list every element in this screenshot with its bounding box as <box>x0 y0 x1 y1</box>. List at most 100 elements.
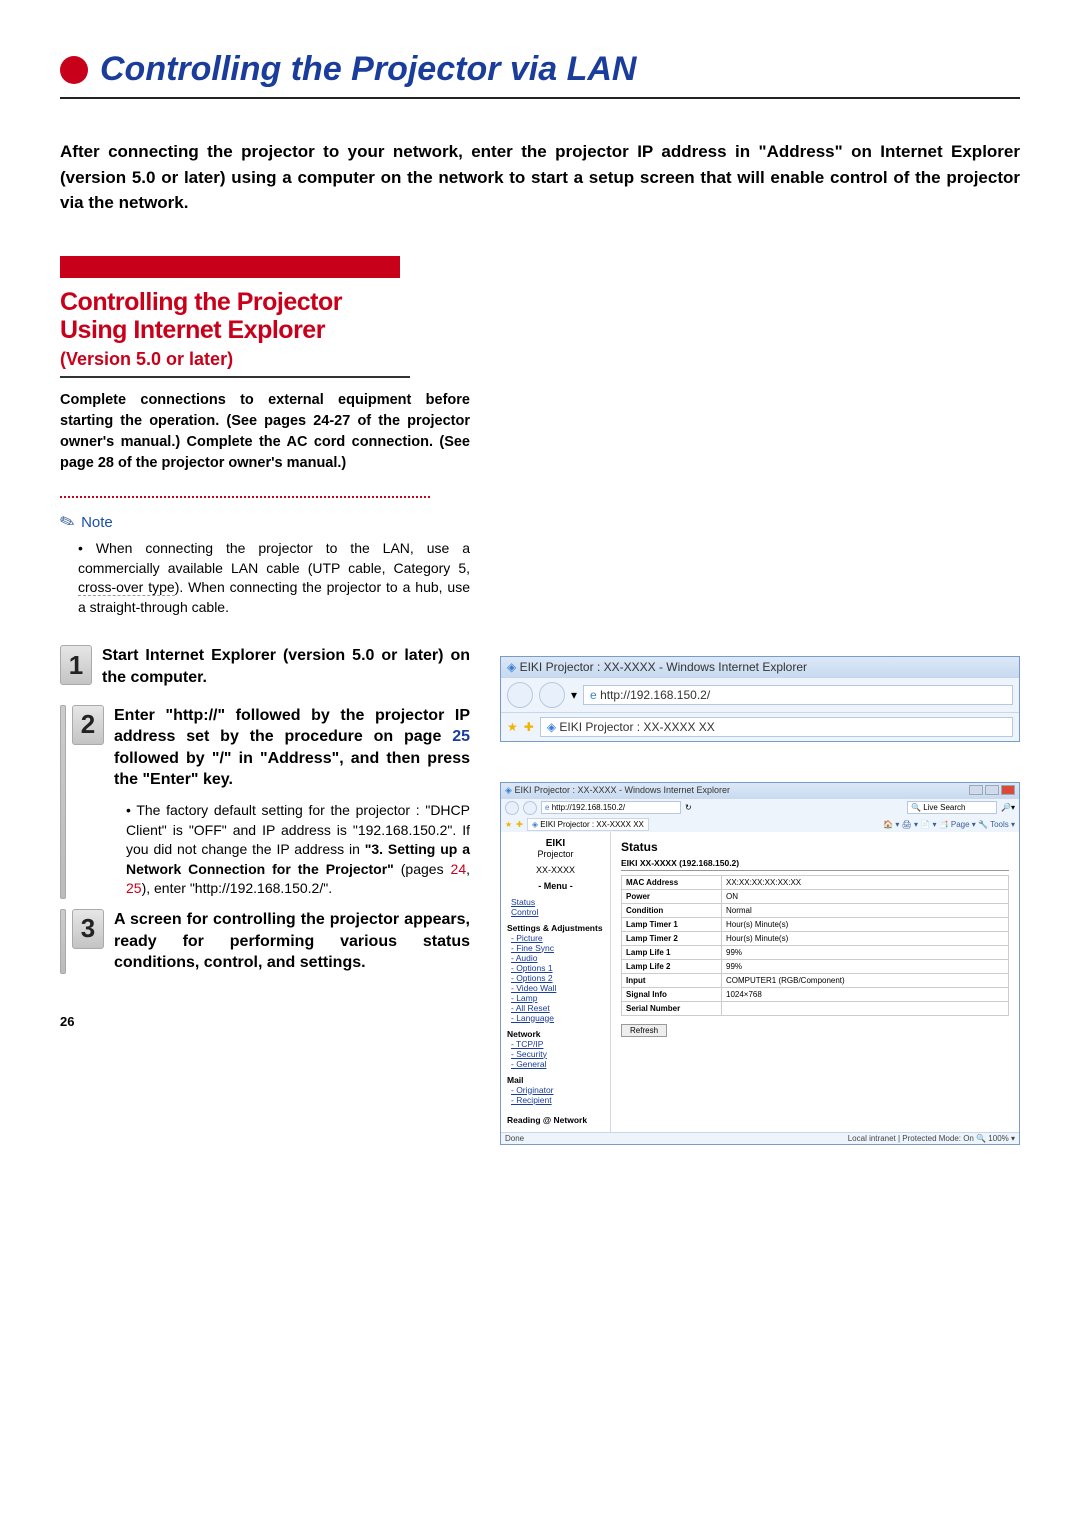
sidebar-status[interactable]: Status <box>507 897 604 907</box>
ie-main: Status EIKI XX-XXXX (192.168.150.2) MAC … <box>611 832 1019 1132</box>
table-row: Lamp Timer 2Hour(s) Minute(s) <box>622 931 1009 945</box>
s2sub-c: ), enter "http://192.168.150.2/". <box>142 880 333 896</box>
sidebar-item-finesync[interactable]: - Fine Sync <box>507 943 604 953</box>
add-favorites-icon[interactable]: ✚ <box>524 720 534 734</box>
tab[interactable]: ◈ EIKI Projector : XX-XXXX XX <box>540 717 1013 737</box>
step2-vbar <box>60 705 66 899</box>
status-subhead: EIKI XX-XXXX (192.168.150.2) <box>621 858 1009 871</box>
sidebar-item-language[interactable]: - Language <box>507 1013 604 1023</box>
sidebar-item-options1[interactable]: - Options 1 <box>507 963 604 973</box>
address-bar[interactable]: e http://192.168.150.2/ <box>583 685 1013 705</box>
section-underline <box>60 376 410 378</box>
bullet-icon <box>60 56 88 84</box>
page-title: Controlling the Projector via LAN <box>100 50 636 89</box>
window-buttons[interactable] <box>967 785 1015 797</box>
toolbar-tools[interactable]: 🏠 ▾ 🖨 ▾ 📄 ▾ 📑 Page ▾ 🔧 Tools ▾ <box>883 820 1015 829</box>
sidebar-item-audio[interactable]: - Audio <box>507 953 604 963</box>
step2-b: followed by "/" in "Address", and then p… <box>114 750 470 789</box>
table-row: MAC AddressXX:XX:XX:XX:XX:XX <box>622 875 1009 889</box>
sidebar-item-tcpip[interactable]: - TCP/IP <box>507 1039 604 1049</box>
url-text: http://192.168.150.2/ <box>600 688 710 702</box>
addfav-icon-2[interactable]: ✚ <box>516 820 523 829</box>
step-1-title: Start Internet Explorer (version 5.0 or … <box>102 645 470 688</box>
step3-vbar <box>60 909 66 974</box>
sidebar-mail: Mail <box>507 1075 604 1085</box>
statusbar-left: Done <box>505 1134 524 1143</box>
page-number: 26 <box>60 1014 470 1029</box>
section-paragraph: Complete connections to external equipme… <box>60 390 470 474</box>
favorites-icon[interactable]: ★ <box>507 720 518 734</box>
dropdown-icon[interactable]: ▾ <box>571 688 577 702</box>
section-version: (Version 5.0 or later) <box>60 349 470 370</box>
step-3-title: A screen for controlling the projector a… <box>114 909 470 974</box>
section-heading-1: Controlling the Projector <box>60 288 470 317</box>
search-box[interactable]: 🔍 Live Search <box>907 801 997 814</box>
step-1-num: 1 <box>60 645 92 685</box>
step2-page: 25 <box>452 728 470 745</box>
intro-text: After connecting the projector to your n… <box>60 139 1020 216</box>
step-2-title: Enter "http://" followed by the projecto… <box>114 705 470 791</box>
ie-full-titletext: ◈ EIKI Projector : XX-XXXX - Windows Int… <box>505 785 730 797</box>
ie-small-title: ◈ EIKI Projector : XX-XXXX - Windows Int… <box>501 657 1019 677</box>
step-2-sub: • The factory default setting for the pr… <box>114 801 470 899</box>
tab-2[interactable]: ◈ EIKI Projector : XX-XXXX XX <box>527 818 649 831</box>
step-2-num: 2 <box>72 705 104 745</box>
dotted-separator <box>60 496 430 498</box>
search-go-icon[interactable]: 🔎▾ <box>1001 803 1015 812</box>
refresh-button[interactable]: Refresh <box>621 1024 667 1037</box>
s2sub-b: (pages <box>394 861 451 877</box>
status-heading: Status <box>621 840 1009 854</box>
s2-pg2: 25 <box>126 880 142 896</box>
note-label: Note <box>81 514 113 531</box>
table-row: InputCOMPUTER1 (RGB/Component) <box>622 973 1009 987</box>
sidebar-item-allreset[interactable]: - All Reset <box>507 1003 604 1013</box>
status-table: MAC AddressXX:XX:XX:XX:XX:XX PowerON Con… <box>621 875 1009 1016</box>
title-underline <box>60 97 1020 99</box>
s2-pg1: 24 <box>451 861 467 877</box>
sidebar-control[interactable]: Control <box>507 907 604 917</box>
address-bar-2[interactable]: e http://192.168.150.2/ <box>541 801 681 814</box>
sidebar-menu: - Menu - <box>507 881 604 891</box>
sidebar-last: Reading @ Network <box>507 1115 604 1125</box>
statusbar-right: Local intranet | Protected Mode: On 🔍 10… <box>848 1134 1015 1143</box>
ie-window-full: ◈ EIKI Projector : XX-XXXX - Windows Int… <box>500 782 1020 1145</box>
ie-window-small: ◈ EIKI Projector : XX-XXXX - Windows Int… <box>500 656 1020 742</box>
sidebar-item-security[interactable]: - Security <box>507 1049 604 1059</box>
table-row: Signal Info1024×768 <box>622 987 1009 1001</box>
forward-button[interactable] <box>539 682 565 708</box>
table-row: PowerON <box>622 889 1009 903</box>
back-button-2[interactable] <box>505 801 519 815</box>
refresh-icon[interactable]: ↻ <box>685 803 692 812</box>
sidebar-item-originator[interactable]: - Originator <box>507 1085 604 1095</box>
tab-title: EIKI Projector : XX-XXXX XX <box>559 720 714 734</box>
forward-button-2[interactable] <box>523 801 537 815</box>
s2-comma: , <box>466 861 470 877</box>
table-row: Serial Number <box>622 1001 1009 1015</box>
sidebar-settings: Settings & Adjustments <box>507 923 604 933</box>
table-row: ConditionNormal <box>622 903 1009 917</box>
note-pre: When connecting the projector to the LAN… <box>78 540 470 576</box>
fav-icon-2[interactable]: ★ <box>505 820 512 829</box>
sidebar-network: Network <box>507 1029 604 1039</box>
ie-sidebar: EIKI Projector XX-XXXX - Menu - Status C… <box>501 832 611 1132</box>
sidebar-item-lamp[interactable]: - Lamp <box>507 993 604 1003</box>
sidebar-item-options2[interactable]: - Options 2 <box>507 973 604 983</box>
back-button[interactable] <box>507 682 533 708</box>
note-body: • When connecting the projector to the L… <box>60 539 470 617</box>
note-dashed: cross-over type <box>78 579 175 596</box>
step-3-num: 3 <box>72 909 104 949</box>
section-heading-2: Using Internet Explorer <box>60 316 470 345</box>
sidebar-item-picture[interactable]: - Picture <box>507 933 604 943</box>
sidebar-item-recipient[interactable]: - Recipient <box>507 1095 604 1105</box>
table-row: Lamp Life 299% <box>622 959 1009 973</box>
sidebar-item-general[interactable]: - General <box>507 1059 604 1069</box>
ie-small-titletext: EIKI Projector : XX-XXXX - Windows Inter… <box>520 660 807 674</box>
note-hand-icon: ✎ <box>57 510 78 535</box>
sidebar-item-videowall[interactable]: - Video Wall <box>507 983 604 993</box>
table-row: Lamp Timer 1Hour(s) Minute(s) <box>622 917 1009 931</box>
sidebar-brand: EIKI <box>507 838 604 849</box>
sidebar-model: XX-XXXX <box>507 865 604 875</box>
sidebar-proj: Projector <box>507 849 604 859</box>
table-row: Lamp Life 199% <box>622 945 1009 959</box>
step2-a: Enter "http://" followed by the projecto… <box>114 707 470 746</box>
